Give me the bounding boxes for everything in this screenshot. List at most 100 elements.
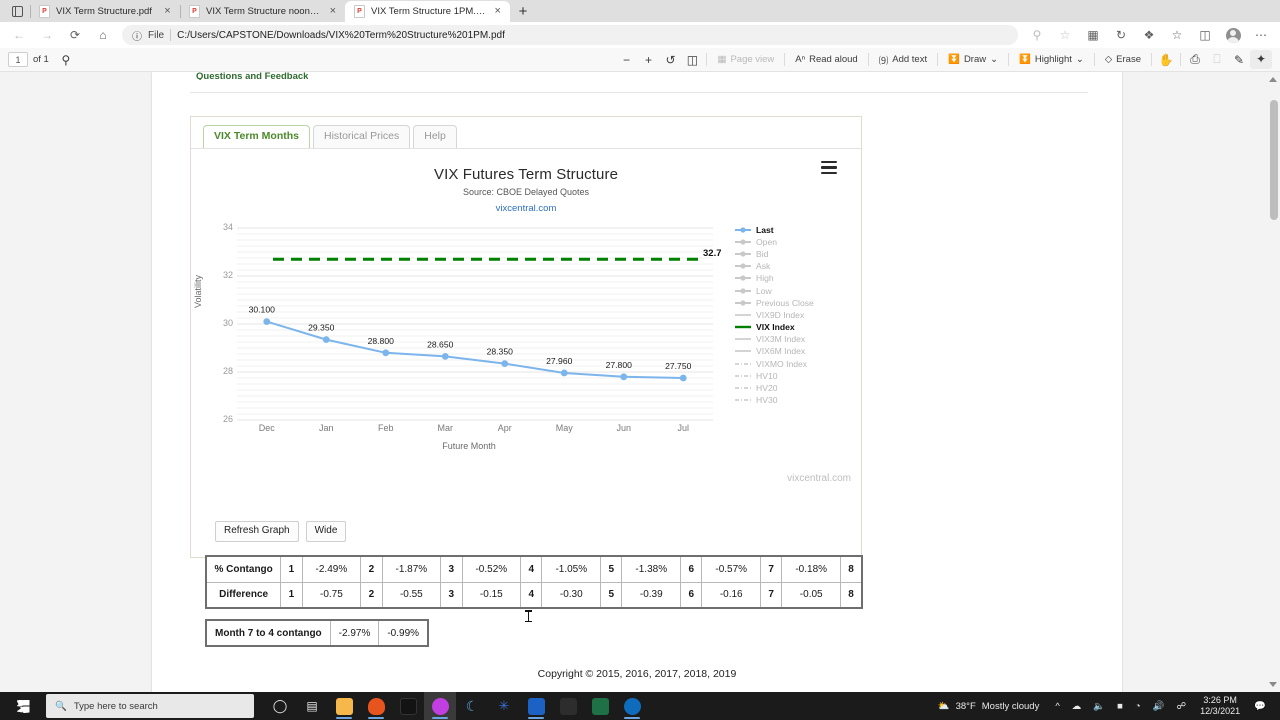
find-icon[interactable]: ⚲ xyxy=(55,53,77,67)
back-icon[interactable]: ← xyxy=(6,24,32,46)
draw-chevron-down-icon[interactable]: ⌄ xyxy=(990,54,998,65)
legend-item[interactable]: HV10 xyxy=(735,370,857,382)
zoom-in-button[interactable]: + xyxy=(637,53,659,67)
audio-app-icon[interactable] xyxy=(552,692,584,720)
wifi-icon[interactable]: ◔ xyxy=(1129,701,1147,712)
legend-item[interactable]: HV30 xyxy=(735,394,857,406)
moon-app-icon[interactable]: ☾ xyxy=(456,692,488,720)
start-button[interactable] xyxy=(0,699,46,713)
task-view-icon[interactable]: ▤ xyxy=(296,692,328,720)
wide-button[interactable]: Wide xyxy=(305,521,347,542)
hand-tool-icon[interactable]: ✋ xyxy=(1155,53,1177,67)
file-explorer-icon[interactable] xyxy=(328,692,360,720)
settings-more-icon[interactable]: ⋯ xyxy=(1248,24,1274,46)
vertical-scrollbar[interactable] xyxy=(1268,72,1280,692)
forward-icon[interactable]: → xyxy=(34,24,60,46)
excel-icon[interactable] xyxy=(584,692,616,720)
cell-index: 7 xyxy=(760,555,783,583)
print-icon[interactable]: ⎙ xyxy=(1184,52,1206,67)
show-hidden-icons-chevron-up-icon[interactable]: ^ xyxy=(1049,701,1065,712)
browser-tab-1[interactable]: VIX Term Structure noon.pdf × xyxy=(180,1,345,22)
home-icon[interactable]: ⌂ xyxy=(90,24,116,46)
chart-menu-icon[interactable] xyxy=(821,161,837,174)
legend-item[interactable]: High xyxy=(735,272,857,284)
onedrive-icon[interactable]: ☁ xyxy=(1066,701,1088,712)
highlight-chevron-down-icon[interactable]: ⌄ xyxy=(1076,54,1084,65)
fit-page-icon[interactable]: ↺ xyxy=(659,53,681,67)
add-text-button[interactable]: ⑼ Add text xyxy=(872,50,934,70)
chart-source-link[interactable]: vixcentral.com xyxy=(191,203,861,214)
cell-value: -0.15 xyxy=(461,581,522,609)
legend-item[interactable]: VIX Index xyxy=(735,321,857,333)
tab-close-icon[interactable]: × xyxy=(491,6,504,17)
legend-item[interactable]: Previous Close xyxy=(735,297,857,309)
clock-date: 12/3/2021 xyxy=(1200,706,1241,716)
taskbar-search-input[interactable]: 🔍 Type here to search xyxy=(46,694,254,718)
legend-item[interactable]: Open xyxy=(735,236,857,248)
browser-tab-0[interactable]: VIX Term Structure.pdf × xyxy=(30,1,180,22)
tab-help[interactable]: Help xyxy=(413,125,457,148)
legend-item[interactable]: VIX9D Index xyxy=(735,309,857,321)
reload-icon[interactable]: ⟳ xyxy=(62,24,88,46)
legend-item[interactable]: VIX3M Index xyxy=(735,333,857,345)
search-in-page-icon[interactable]: ⚲ xyxy=(1024,24,1050,46)
battery-icon[interactable]: ■ xyxy=(1111,701,1129,712)
extensions-icon[interactable]: ❖ xyxy=(1136,24,1162,46)
zoom-out-button[interactable]: − xyxy=(615,53,637,67)
page-fit-width-icon[interactable]: ◫ xyxy=(681,53,703,67)
legend-item[interactable]: VIX6M Index xyxy=(735,345,857,357)
legend-item[interactable]: Ask xyxy=(735,260,857,272)
browser-tab-2[interactable]: VIX Term Structure 1PM.pdf × xyxy=(345,1,510,22)
edge-browser-icon[interactable] xyxy=(424,692,456,720)
brave-browser-icon[interactable] xyxy=(360,692,392,720)
charting-app-icon[interactable] xyxy=(392,692,424,720)
legend-marker-icon xyxy=(735,346,751,356)
address-bar[interactable]: ⓘ File C:/Users/CAPSTONE/Downloads/VIX%2… xyxy=(122,25,1018,45)
edge-secondary-icon[interactable] xyxy=(616,692,648,720)
page-number-input[interactable]: 1 xyxy=(8,52,28,67)
sparkle-app-icon[interactable]: ✳ xyxy=(488,692,520,720)
refresh-graph-button[interactable]: Refresh Graph xyxy=(215,521,299,542)
scroll-up-icon[interactable] xyxy=(1269,77,1277,82)
profile-avatar[interactable] xyxy=(1220,24,1246,46)
outlook-icon[interactable] xyxy=(520,692,552,720)
tab-historical-prices[interactable]: Historical Prices xyxy=(312,125,411,148)
split-screen-icon[interactable]: ◫ xyxy=(1192,24,1218,46)
scroll-down-icon[interactable] xyxy=(1269,682,1277,687)
legend-item[interactable]: Low xyxy=(735,284,857,296)
new-tab-button[interactable]: + xyxy=(510,1,536,22)
scrollbar-thumb[interactable] xyxy=(1270,100,1278,220)
pin-icon[interactable]: ✦ xyxy=(1250,50,1272,69)
collections-icon[interactable]: ▦ xyxy=(1080,24,1106,46)
erase-button[interactable]: ◇ Erase xyxy=(1098,50,1148,70)
legend-item[interactable]: Bid xyxy=(735,248,857,260)
volume-icon[interactable]: 🔊 xyxy=(1147,701,1171,712)
pdf-viewport[interactable]: Questions and Feedback VIX Term Months H… xyxy=(0,72,1280,692)
favorites-bar-icon[interactable]: ☆ xyxy=(1164,24,1190,46)
cortana-icon[interactable]: ◯ xyxy=(264,692,296,720)
read-aloud-button[interactable]: Aⁿ Read aloud xyxy=(788,50,864,70)
weather-widget[interactable]: ⛅ 38°F Mostly cloudy xyxy=(934,701,1050,712)
page-view-button[interactable]: ▦ Page view xyxy=(710,50,781,70)
legend-label: Open xyxy=(756,236,778,247)
favorites-star-icon[interactable]: ☆ xyxy=(1052,24,1078,46)
legend-item[interactable]: Last xyxy=(735,224,857,236)
notes-icon[interactable]: ✎ xyxy=(1228,53,1250,67)
draw-button[interactable]: ⏬ Draw ⌄ xyxy=(941,50,1005,70)
tab-search-icon[interactable] xyxy=(4,0,30,22)
notifications-icon[interactable]: 💬 xyxy=(1248,701,1272,712)
highlight-button[interactable]: ⏬ Highlight ⌄ xyxy=(1012,50,1091,70)
pdf-toolbar: 1 of 1 ⚲ − + ↺ ◫ ▦ Page view Aⁿ Read alo… xyxy=(0,48,1280,72)
taskbar-clock[interactable]: 3:26 PM 12/3/2021 xyxy=(1192,695,1248,717)
microphone-icon[interactable]: 🔈 xyxy=(1087,701,1111,712)
save-icon[interactable]: ⎕ xyxy=(1206,52,1228,67)
tab-title: VIX Term Structure noon.pdf xyxy=(206,6,321,17)
history-icon[interactable]: ↻ xyxy=(1108,24,1134,46)
tab-close-icon[interactable]: × xyxy=(161,6,174,17)
bluetooth-icon[interactable]: ☍ xyxy=(1170,701,1192,712)
legend-item[interactable]: HV20 xyxy=(735,382,857,394)
legend-item[interactable]: VIXMO Index xyxy=(735,358,857,370)
tab-close-icon[interactable]: × xyxy=(327,6,339,17)
cell-index: 1 xyxy=(280,555,303,583)
tab-vix-term-months[interactable]: VIX Term Months xyxy=(203,125,310,148)
